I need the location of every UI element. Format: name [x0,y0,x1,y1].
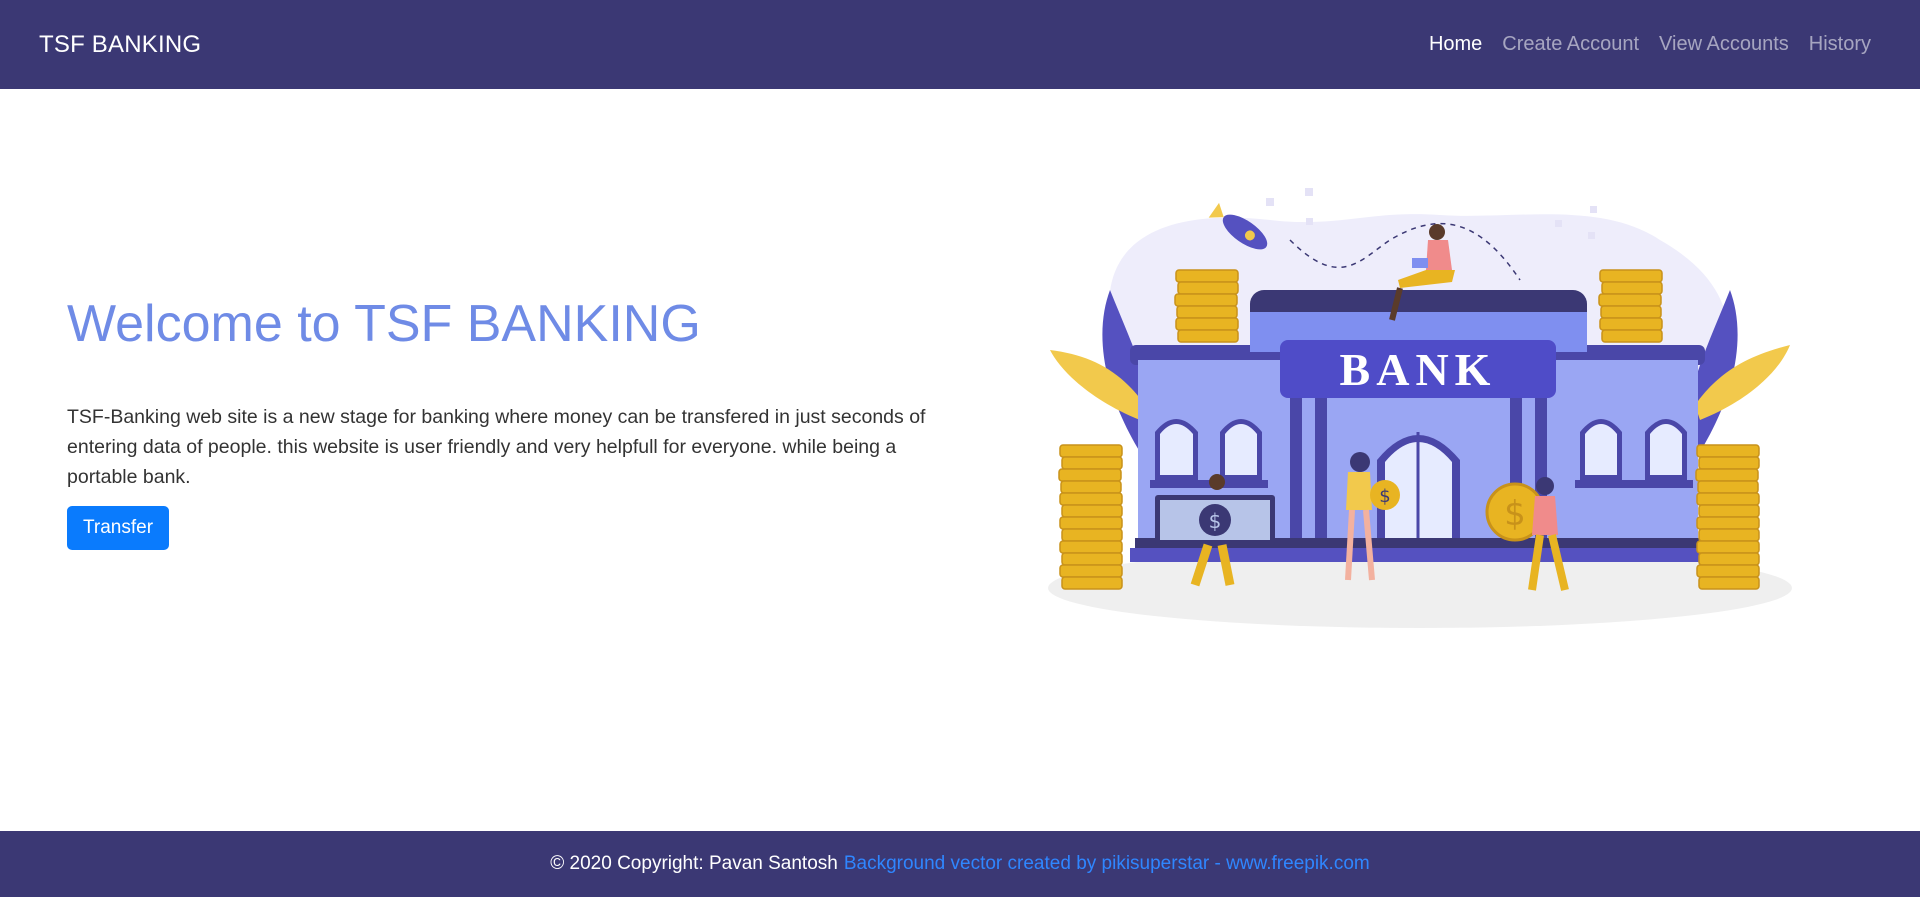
footer-credit-link[interactable]: Background vector created by pikisuperst… [844,853,1370,875]
hero-title: Welcome to TSF BANKING [67,295,701,353]
bank-illustration: BANK $ $ $ [1040,170,1800,640]
bank-illustration-svg: BANK $ $ $ [1048,188,1792,628]
footer-copyright: © 2020 Copyright: Pavan Santosh [550,853,838,874]
nav-links: Home Create Account View Accounts Histor… [1429,33,1871,56]
coin-dollar-text: $ [1504,494,1526,534]
bank-sign-text: BANK [1340,344,1497,395]
banknote-dollar-text: $ [1209,509,1222,533]
transfer-button[interactable]: Transfer [67,506,170,550]
navbar: TSF BANKING Home Create Account View Acc… [0,0,1920,89]
brand-link[interactable]: TSF BANKING [39,31,201,59]
nav-history[interactable]: History [1809,33,1871,56]
moneybag-dollar-text: $ [1379,486,1390,507]
nav-create-account[interactable]: Create Account [1502,33,1639,56]
hero-description: TSF-Banking web site is a new stage for … [67,406,926,488]
nav-home[interactable]: Home [1429,33,1482,56]
nav-view-accounts[interactable]: View Accounts [1659,33,1789,56]
hero-section: Welcome to TSF BANKING TSF-Banking web s… [67,288,947,550]
footer: © 2020 Copyright: Pavan Santosh Backgrou… [0,831,1920,897]
